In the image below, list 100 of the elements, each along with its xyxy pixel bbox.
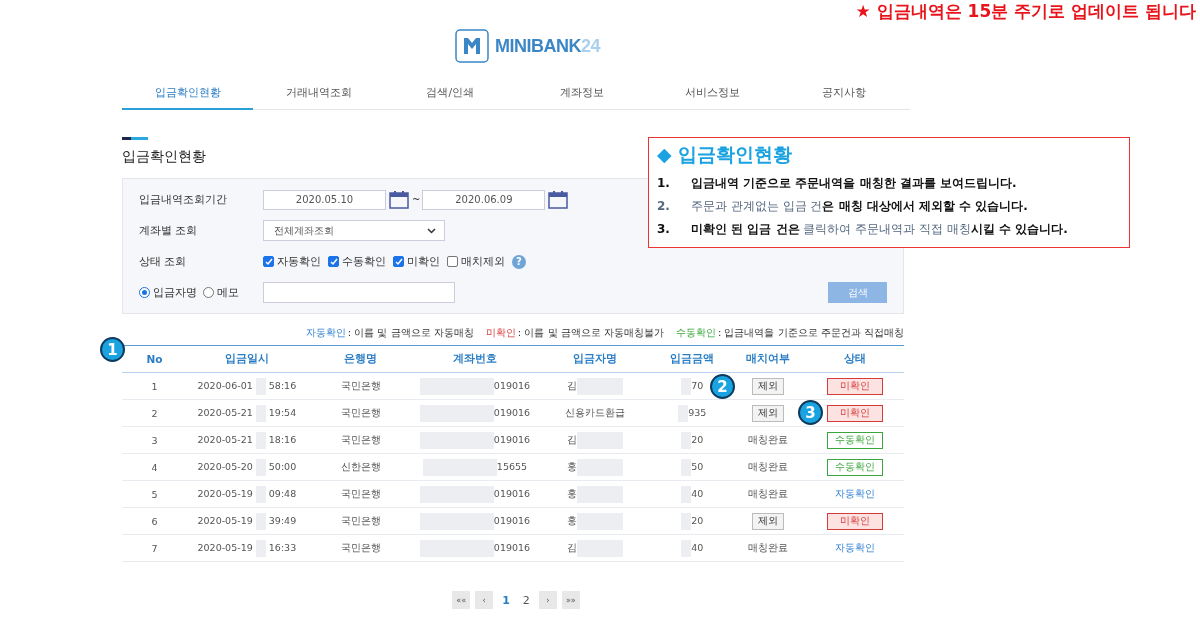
first-page-button[interactable]: «« <box>452 591 471 609</box>
checkbox[interactable] <box>393 256 404 267</box>
column-header: 매치여부 <box>730 345 807 373</box>
status-badge[interactable]: 미확인 <box>827 512 884 530</box>
logo-text: MINIBANK24 <box>495 35 601 57</box>
column-header: 상태 <box>806 345 904 373</box>
column-header: 은행명 <box>306 345 416 373</box>
nav-tab[interactable]: 검색/인쇄 <box>384 78 516 110</box>
column-header: 계좌번호 <box>415 345 535 373</box>
radio-label: 입금자명 <box>153 285 197 300</box>
nav-tab[interactable]: 서비스정보 <box>647 78 779 110</box>
radio-button[interactable] <box>139 287 150 298</box>
checkbox-label: 수동확인 <box>342 254 386 269</box>
status-badge[interactable]: 미확인 <box>827 377 884 395</box>
date-field[interactable]: 2020.06.09 <box>422 189 546 210</box>
table-cell: 18:16 <box>268 433 297 445</box>
table-cell: 6 <box>151 515 158 527</box>
callout-marker: 1 <box>100 337 125 362</box>
nav-tab[interactable]: 거래내역조회 <box>253 78 385 110</box>
info-text: 입금내역 기준으로 주문내역을 매칭한 결과를 보여드립니다. <box>691 175 1017 192</box>
table-cell: 국민은행 <box>340 487 381 499</box>
table-cell: 019016 <box>493 433 531 445</box>
account-dropdown[interactable]: 전체계좌조회 <box>263 220 445 241</box>
status-badge[interactable]: 미확인 <box>827 404 884 422</box>
next-page-button[interactable]: › <box>538 591 557 609</box>
table-cell: 019016 <box>493 406 531 418</box>
table-cell: 2020-05-21 <box>197 433 253 445</box>
table-cell: 2020-05-19 <box>197 487 253 499</box>
legend-text: : 입금내역을 기준으로 주문건과 직접매칭 <box>717 326 904 340</box>
table-cell: 홍 <box>566 514 577 526</box>
table-cell: 39:49 <box>268 514 297 526</box>
title-accent-bar <box>122 137 148 140</box>
legend-text: : 이름 및 금액으로 자동매칭 <box>347 326 474 340</box>
table-cell: 2020-05-21 <box>197 406 253 418</box>
table-cell: 국민은행 <box>340 433 381 445</box>
table-cell: 매칭완료 <box>748 541 789 553</box>
exclude-button[interactable]: 제외 <box>752 404 785 422</box>
column-header: 입금일시 <box>187 345 307 373</box>
previous-page-button[interactable]: ‹ <box>475 591 494 609</box>
field-label: 입금내역조회기간 <box>139 192 228 207</box>
legend-term: 미확인 <box>485 326 516 340</box>
table-cell: 20 <box>691 433 704 445</box>
table-cell: 20 <box>691 514 704 526</box>
section-title: 입금확인현황 <box>122 148 206 166</box>
table-cell: 국민은행 <box>340 406 381 418</box>
table-cell: 935 <box>688 406 707 418</box>
exclude-button[interactable]: 제외 <box>752 377 785 395</box>
legend-text: : 이름 및 금액으로 자동매칭불가 <box>517 326 664 340</box>
table-cell: 김 <box>566 379 577 391</box>
table-cell: 09:48 <box>268 487 297 499</box>
info-text: 미확인 된 입금 건은 클릭하여 주문내역과 직접 매칭시킬 수 있습니다. <box>691 221 1068 238</box>
table-cell: 국민은행 <box>340 541 381 553</box>
table-cell: 4 <box>151 461 158 473</box>
checkbox-label: 자동확인 <box>277 254 321 269</box>
table-cell: 국민은행 <box>340 379 381 391</box>
table-cell: 3 <box>151 434 158 446</box>
exclude-button[interactable]: 제외 <box>752 512 785 530</box>
checkbox[interactable] <box>263 256 274 267</box>
item-number: 1. <box>657 175 671 192</box>
calendar-icon[interactable] <box>548 190 569 209</box>
status-label: 자동확인 <box>834 540 877 555</box>
range-separator: ~ <box>412 194 421 205</box>
checkbox[interactable] <box>447 256 458 267</box>
table-cell: 2020-06-01 <box>197 379 253 391</box>
table-cell: 50:00 <box>268 460 297 472</box>
table-cell: 19:54 <box>268 406 297 418</box>
checkbox[interactable] <box>328 256 339 267</box>
last-page-button[interactable]: »» <box>561 591 580 609</box>
table-cell: 019016 <box>493 379 531 391</box>
search-field[interactable] <box>263 282 455 303</box>
table-cell: 신용카드환급 <box>564 406 625 418</box>
table-cell: 019016 <box>493 541 531 553</box>
table-cell: 019016 <box>493 514 531 526</box>
table-cell: 매칭완료 <box>748 460 789 472</box>
callout-marker: 2 <box>710 374 735 399</box>
table-cell: 70 <box>691 379 704 391</box>
page-link[interactable]: 2 <box>518 593 534 607</box>
nav-tab[interactable]: 공지사항 <box>778 78 910 110</box>
table-cell: 국민은행 <box>340 514 381 526</box>
table-cell: 15655 <box>496 460 528 472</box>
table-cell: 7 <box>151 542 158 554</box>
table-cell: 2020-05-19 <box>197 514 253 526</box>
nav-tab[interactable]: 계좌정보 <box>516 78 648 110</box>
table-cell: 2020-05-20 <box>197 460 253 472</box>
caret-icon <box>427 227 436 234</box>
legend-term: 수동확인 <box>675 326 716 340</box>
column-header: 입금금액 <box>654 345 731 373</box>
date-field[interactable]: 2020.05.10 <box>263 189 386 210</box>
info-text: 주문과 관계없는 입금 건은 매칭 대상에서 제외할 수 있습니다. <box>691 198 1028 215</box>
radio-button[interactable] <box>203 287 214 298</box>
nav-tab[interactable]: 입금확인현황 <box>122 78 254 110</box>
info-title: ◆ 입금확인현황 <box>657 142 794 167</box>
table-cell: 019016 <box>493 487 531 499</box>
page-link[interactable]: 1 <box>498 593 514 607</box>
checkbox-label: 매치제외 <box>461 254 505 269</box>
table-cell: 16:33 <box>268 541 297 553</box>
field-label: 상태 조회 <box>139 254 188 269</box>
legend-term: 자동확인 <box>305 326 346 340</box>
status-label: 자동확인 <box>834 486 877 501</box>
calendar-icon[interactable] <box>389 190 409 209</box>
